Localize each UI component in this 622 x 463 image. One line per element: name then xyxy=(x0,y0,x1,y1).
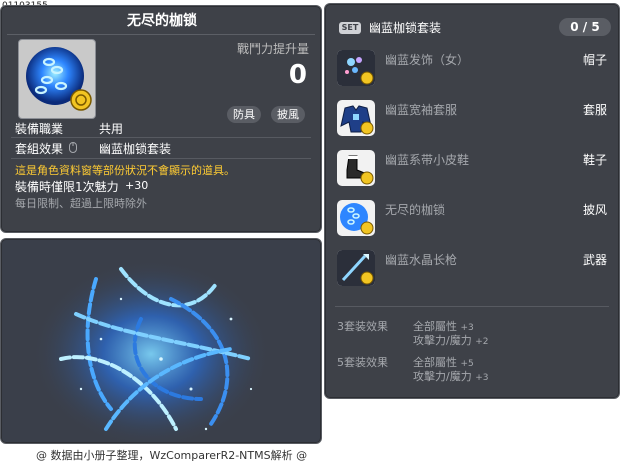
set-item-slot: 披风 xyxy=(582,203,607,217)
set-item-icon xyxy=(337,100,375,136)
item-title: 无尽的枷锁 xyxy=(127,13,197,29)
stat-value: +3 xyxy=(475,373,489,383)
set-item-name: 幽蓝发饰（女） xyxy=(385,53,470,67)
set-bonus-label: 3套装效果 xyxy=(337,320,388,333)
divider xyxy=(7,34,315,35)
set-bonus-stat: 攻擊力/魔力 +2 xyxy=(413,332,489,348)
set-item-icon xyxy=(337,200,375,236)
robe-icon xyxy=(340,105,374,135)
footer-credit: @ 数据由小册子整理，WzComparerR2-NTMS解析 @ xyxy=(36,449,308,462)
set-item-name: 幽蓝水晶长枪 xyxy=(385,253,458,267)
set-item-slot: 套服 xyxy=(582,103,607,117)
time-limit-value: +30 xyxy=(125,179,149,192)
stat-name: 攻擊力/魔力 xyxy=(413,334,472,347)
chain-cape-artwork xyxy=(31,259,271,443)
set-info-panel: SET 幽蓝枷锁套装 0 / 5 幽蓝发饰（女） 帽子 幽蓝宽袖套服 套服 幽蓝… xyxy=(324,3,620,399)
set-item-icon xyxy=(337,150,375,186)
stat-name: 攻擊力/魔力 xyxy=(413,370,472,383)
mouse-icon xyxy=(69,142,77,153)
job-label: 裝備職業 xyxy=(15,122,64,136)
set-item-name: 幽蓝宽袖套服 xyxy=(385,103,458,117)
set-item-name: 幽蓝系带小皮鞋 xyxy=(385,153,470,167)
tag-cape: 披風 xyxy=(271,106,305,123)
shoe-icon xyxy=(346,155,374,185)
item-icon-frame xyxy=(18,39,96,119)
set-bonus-label: 5套装效果 xyxy=(337,356,388,369)
set-name: 幽蓝枷锁套装 xyxy=(369,21,442,35)
set-badge: SET xyxy=(339,22,361,34)
set-item-icon xyxy=(337,50,375,86)
time-limit-label: 裝備時僅限1次魅力 xyxy=(15,180,119,194)
hair-accessory-icon xyxy=(337,50,375,86)
set-item-icon xyxy=(337,250,375,286)
chain-cape-icon xyxy=(26,47,92,111)
set-item-slot: 武器 xyxy=(582,253,607,267)
set-item-slot: 鞋子 xyxy=(582,153,607,167)
warning-text: 這是角色資料窗等部份狀況不會顯示的道具。 xyxy=(15,164,235,177)
daily-limit-text: 每日限制、超過上限時除外 xyxy=(15,197,147,210)
chain-cape-icon xyxy=(340,203,374,235)
job-value: 共用 xyxy=(99,122,124,136)
combat-power-label: 戰鬥力提升量 xyxy=(236,42,309,56)
set-count: 0 / 5 xyxy=(559,18,611,36)
stat-value: +2 xyxy=(475,337,489,347)
item-artwork-panel xyxy=(0,238,322,444)
divider xyxy=(335,306,609,307)
set-bonus-stat: 攻擊力/魔力 +3 xyxy=(413,368,489,384)
set-item-name: 无尽的枷锁 xyxy=(385,203,446,217)
set-item-slot: 帽子 xyxy=(582,53,607,67)
item-tooltip-panel: 无尽的枷锁 戰鬥力提升量 0 防具 披風 裝備職業 共用 套組效果 幽蓝枷锁套装… xyxy=(0,5,322,233)
tag-armor: 防具 xyxy=(227,106,261,123)
set-effect-value: 幽蓝枷锁套装 xyxy=(99,142,172,156)
spear-icon xyxy=(337,250,375,286)
divider xyxy=(11,137,311,138)
set-effect-label: 套組效果 xyxy=(15,142,64,156)
divider xyxy=(11,158,311,159)
combat-power-value: 0 xyxy=(288,60,307,90)
